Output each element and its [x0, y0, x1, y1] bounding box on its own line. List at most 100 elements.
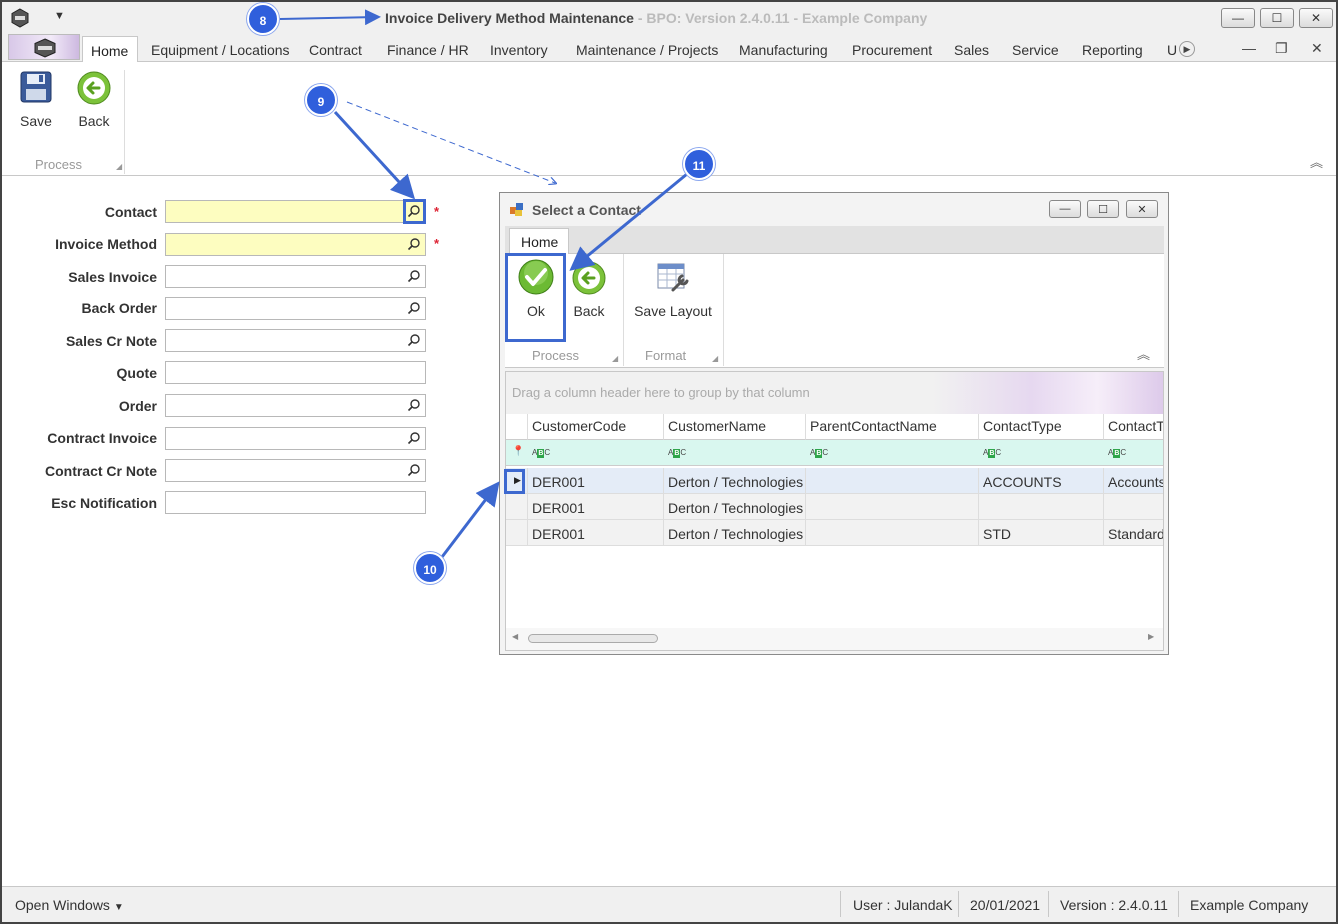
dialog-process-launcher-icon[interactable]: ◢ — [612, 354, 618, 363]
tab-sales[interactable]: Sales — [954, 42, 989, 58]
back-order-input[interactable] — [165, 297, 426, 320]
tab-procurement[interactable]: Procurement — [852, 42, 932, 58]
sales-cr-note-input[interactable] — [165, 329, 426, 352]
contact-input[interactable] — [165, 200, 426, 223]
cell-contact-type[interactable]: ACCOUNTS — [979, 468, 1104, 494]
filter-abc-icon[interactable]: ABC — [983, 448, 1001, 458]
cell-customer-name[interactable]: Derton / Technologies — [664, 494, 806, 520]
contract-invoice-label: Contract Invoice — [47, 430, 157, 446]
save-button-label: Save — [20, 113, 52, 129]
tab-service[interactable]: Service — [1012, 42, 1059, 58]
dialog-back-button[interactable]: Back — [569, 260, 609, 319]
dialog-ribbon-collapse-icon[interactable]: ︽ — [1137, 344, 1150, 363]
filter-abc-icon[interactable]: ABC — [668, 448, 686, 458]
column-header-customer-code[interactable]: CustomerCode — [528, 414, 664, 440]
tab-manufacturing[interactable]: Manufacturing — [739, 42, 828, 58]
maximize-button[interactable]: ☐ — [1260, 8, 1294, 28]
back-order-search-icon[interactable] — [407, 301, 421, 315]
tab-u-truncated[interactable]: U — [1167, 42, 1177, 58]
quote-input[interactable] — [165, 361, 426, 384]
application-menu-button[interactable] — [8, 34, 80, 60]
dialog-close-button[interactable]: ✕ — [1126, 200, 1158, 218]
cell-customer-name[interactable]: Derton / Technologies — [664, 520, 806, 546]
quick-access-dropdown-icon[interactable]: ▼ — [54, 10, 65, 22]
cell-contact-type-desc[interactable] — [1104, 494, 1163, 520]
cell-parent-contact-name[interactable] — [806, 494, 979, 520]
open-windows-button[interactable]: Open Windows ▼ — [15, 897, 124, 913]
column-header-contact-type-desc[interactable]: ContactT — [1104, 414, 1163, 440]
filter-abc-icon[interactable]: ABC — [1108, 448, 1126, 458]
row-indicator[interactable] — [506, 494, 528, 520]
dialog-format-group-label: Format — [645, 348, 687, 363]
status-separator — [840, 891, 841, 917]
tab-home[interactable]: Home — [82, 36, 138, 63]
cell-contact-type-desc[interactable]: Standard — [1104, 520, 1163, 546]
contract-cr-note-input[interactable] — [165, 459, 426, 482]
app-logo-icon[interactable] — [10, 8, 30, 28]
table-row[interactable]: DER001 Derton / Technologies STD Standar… — [506, 520, 1163, 546]
tab-finance-hr[interactable]: Finance / HR — [387, 42, 469, 58]
cell-contact-type[interactable]: STD — [979, 520, 1104, 546]
scroll-left-icon[interactable]: ◀ — [512, 632, 518, 641]
tab-reporting[interactable]: Reporting — [1082, 42, 1143, 58]
contract-invoice-input[interactable] — [165, 427, 426, 450]
sales-cr-note-search-icon[interactable] — [407, 333, 421, 347]
cell-parent-contact-name[interactable] — [806, 520, 979, 546]
save-layout-button[interactable]: Save Layout — [631, 260, 715, 319]
mdi-minimize-button[interactable]: — — [1242, 40, 1256, 56]
back-button[interactable]: Back — [74, 70, 114, 129]
tab-maintenance-projects[interactable]: Maintenance / Projects — [576, 42, 718, 58]
sales-invoice-search-icon[interactable] — [407, 269, 421, 283]
order-input[interactable] — [165, 394, 426, 417]
cell-customer-code[interactable]: DER001 — [528, 494, 664, 520]
scrollbar-thumb[interactable] — [528, 634, 658, 643]
cell-contact-type-desc[interactable]: Accounts — [1104, 468, 1163, 494]
status-separator — [1048, 891, 1049, 917]
cell-parent-contact-name[interactable] — [806, 468, 979, 494]
cell-customer-name[interactable]: Derton / Technologies — [664, 468, 806, 494]
auto-filter-row: 📍 ABC ABC ABC ABC ABC — [506, 440, 1163, 466]
dialog-format-launcher-icon[interactable]: ◢ — [712, 354, 718, 363]
process-group-launcher-icon[interactable]: ◢ — [116, 162, 122, 171]
filter-abc-icon[interactable]: ABC — [810, 448, 828, 458]
group-by-panel[interactable]: Drag a column header here to group by th… — [506, 372, 1163, 414]
ribbon-collapse-icon[interactable]: ︽ — [1310, 152, 1323, 171]
minimize-button[interactable]: — — [1221, 8, 1255, 28]
table-row[interactable]: ▶ DER001 Derton / Technologies ACCOUNTS … — [506, 468, 1163, 494]
esc-notification-input[interactable] — [165, 491, 426, 514]
invoice-method-search-icon[interactable] — [407, 237, 421, 251]
row-indicator[interactable] — [506, 520, 528, 546]
column-header-customer-name[interactable]: CustomerName — [664, 414, 806, 440]
tab-inventory[interactable]: Inventory — [490, 42, 548, 58]
status-version: Version : 2.4.0.11 — [1060, 897, 1168, 913]
cell-customer-code[interactable]: DER001 — [528, 468, 664, 494]
dialog-title: Select a Contact — [532, 202, 641, 218]
cell-contact-type[interactable] — [979, 494, 1104, 520]
tab-equipment-locations[interactable]: Equipment / Locations — [151, 42, 290, 58]
mdi-restore-button[interactable]: ❐ — [1275, 40, 1288, 57]
sales-invoice-input[interactable] — [165, 265, 426, 288]
scroll-right-icon[interactable]: ▶ — [1148, 632, 1154, 641]
invoice-method-input[interactable] — [165, 233, 426, 256]
contract-invoice-search-icon[interactable] — [407, 431, 421, 445]
filter-abc-icon[interactable]: ABC — [532, 448, 550, 458]
table-row[interactable]: DER001 Derton / Technologies — [506, 494, 1163, 520]
column-header-contact-type[interactable]: ContactType — [979, 414, 1104, 440]
horizontal-scrollbar[interactable]: ◀ ▶ — [506, 628, 1163, 650]
cell-customer-code[interactable]: DER001 — [528, 520, 664, 546]
contact-required-mark: * — [434, 204, 440, 219]
dialog-maximize-button[interactable]: ☐ — [1087, 200, 1119, 218]
ribbon-group-separator — [124, 70, 125, 174]
order-search-icon[interactable] — [407, 398, 421, 412]
tab-contract[interactable]: Contract — [309, 42, 362, 58]
dialog-tab-home[interactable]: Home — [509, 228, 569, 255]
mdi-close-button[interactable]: ✕ — [1311, 40, 1323, 57]
order-label: Order — [118, 398, 157, 414]
contract-cr-note-search-icon[interactable] — [407, 463, 421, 477]
close-button[interactable]: ✕ — [1299, 8, 1333, 28]
column-header-parent-contact-name[interactable]: ParentContactName — [806, 414, 979, 440]
dialog-minimize-button[interactable]: — — [1049, 200, 1081, 218]
save-button[interactable]: Save — [16, 70, 56, 129]
open-windows-label: Open Windows — [15, 897, 110, 913]
tab-scroll-right-icon[interactable]: ▶ — [1179, 41, 1195, 57]
